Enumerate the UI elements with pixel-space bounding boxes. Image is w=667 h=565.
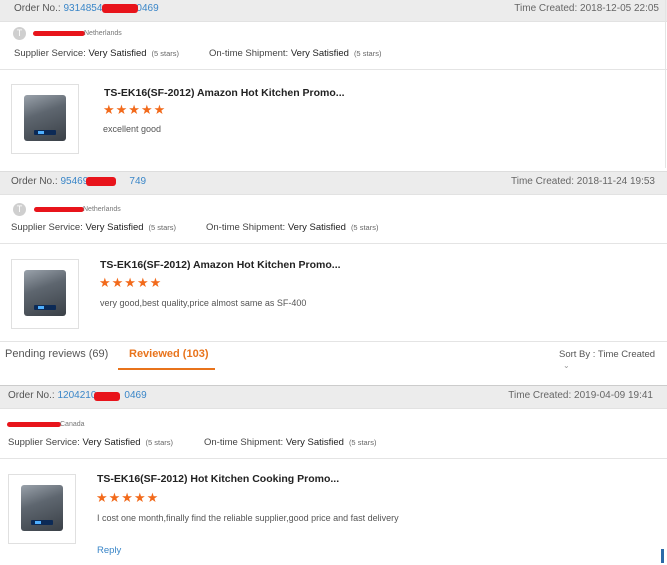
- buyer-country: Canada: [60, 421, 85, 428]
- time-created: Time Created: 2019-04-09 19:41: [508, 390, 653, 401]
- supplier-service-rating: Supplier Service: Very Satisfied (5 stars…: [14, 48, 180, 59]
- on-time-shipment-rating: On-time Shipment: Very Satisfied (5 stars…: [209, 48, 382, 59]
- divider: [0, 69, 667, 70]
- review-comment: excellent good: [103, 124, 162, 134]
- buyer-country: Netherlands: [84, 30, 122, 37]
- redaction-mark: [34, 207, 84, 212]
- redaction-mark: [33, 31, 85, 36]
- review-tabs: Pending reviews (69) Reviewed (103) Sort…: [0, 341, 667, 372]
- on-time-shipment-rating: On-time Shipment: Very Satisfied (5 stars…: [206, 222, 379, 233]
- divider: [0, 458, 667, 459]
- time-created: Time Created: 2018-11-24 19:53: [511, 176, 655, 187]
- product-title[interactable]: TS-EK16(SF-2012) Amazon Hot Kitchen Prom…: [100, 259, 341, 271]
- tab-reviewed[interactable]: Reviewed (103): [129, 348, 208, 360]
- redaction-mark: [94, 392, 120, 401]
- order-number: Order No.: 9546946 749: [11, 176, 147, 187]
- rating-stars: ★★★★★: [103, 102, 167, 117]
- redaction-mark: [102, 4, 138, 13]
- redaction-mark: [7, 422, 61, 427]
- order-number: Order No.: 1204210 0469: [8, 390, 147, 401]
- card-border-right: [665, 0, 666, 168]
- time-created: Time Created: 2018-12-05 22:05: [514, 3, 659, 14]
- rating-stars: ★★★★★: [96, 490, 160, 505]
- order-header: Order No.: 9314854 0469 Time Created: 201…: [0, 0, 667, 22]
- divider: [0, 243, 667, 244]
- kitchen-scale-image: [24, 95, 66, 141]
- sort-dropdown[interactable]: Sort By : Time Created ⌄: [559, 349, 667, 371]
- review-comment: very good,best quality,price almost same…: [100, 298, 307, 308]
- avatar: T: [13, 203, 26, 216]
- active-tab-underline: [118, 368, 215, 370]
- chevron-down-icon: ⌄: [563, 361, 570, 370]
- avatar: T: [13, 27, 26, 40]
- scrollbar[interactable]: [661, 549, 664, 563]
- product-title[interactable]: TS-EK16(SF-2012) Hot Kitchen Cooking Pro…: [97, 473, 339, 485]
- tab-pending-reviews[interactable]: Pending reviews (69): [5, 348, 108, 360]
- on-time-shipment-rating: On-time Shipment: Very Satisfied (5 stars…: [204, 437, 377, 448]
- product-thumbnail[interactable]: [11, 259, 79, 329]
- product-title[interactable]: TS-EK16(SF-2012) Amazon Hot Kitchen Prom…: [104, 87, 345, 99]
- supplier-service-rating: Supplier Service: Very Satisfied (5 stars…: [11, 222, 177, 233]
- rating-stars: ★★★★★: [99, 275, 163, 290]
- kitchen-scale-image: [21, 485, 63, 531]
- product-thumbnail[interactable]: [11, 84, 79, 154]
- kitchen-scale-image: [24, 270, 66, 316]
- reply-link[interactable]: Reply: [97, 545, 121, 556]
- supplier-service-rating: Supplier Service: Very Satisfied (5 stars…: [8, 437, 174, 448]
- product-thumbnail[interactable]: [8, 474, 76, 544]
- buyer-country: Netherlands: [83, 206, 121, 213]
- redaction-mark: [86, 177, 116, 186]
- review-comment: I cost one month,finally find the reliab…: [97, 513, 399, 523]
